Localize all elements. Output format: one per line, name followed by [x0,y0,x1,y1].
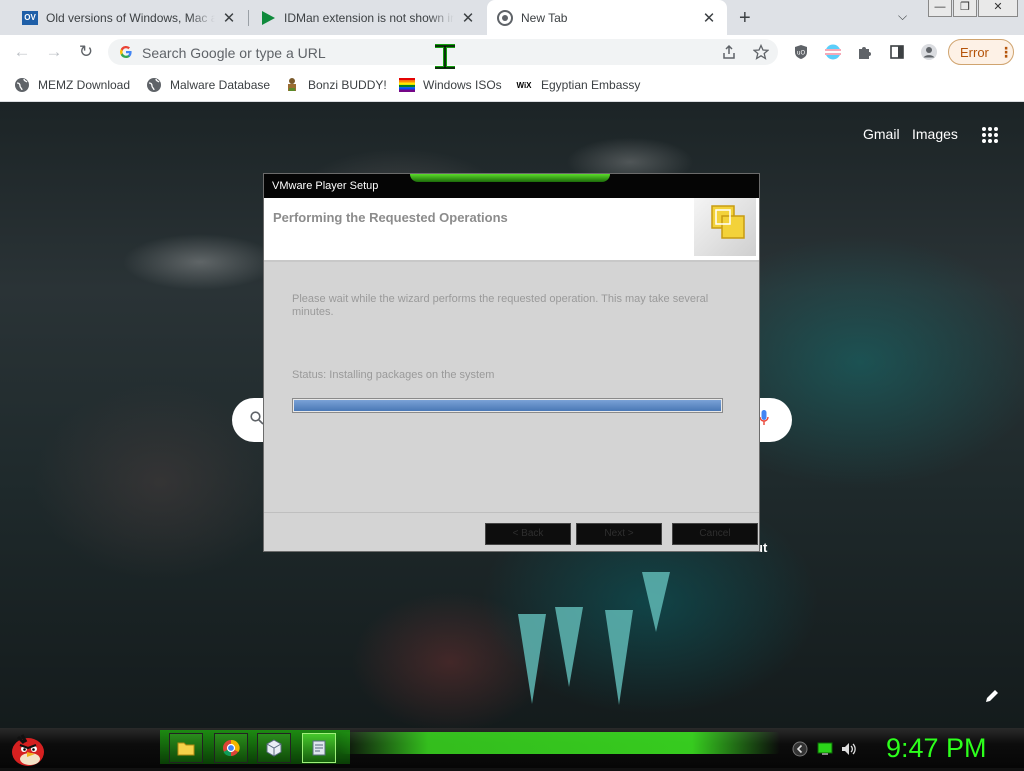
gmail-link[interactable]: Gmail [863,126,900,142]
close-tab-icon[interactable]: ✕ [701,9,717,27]
side-panel-icon[interactable] [889,44,905,60]
bookmark-windows-isos[interactable]: Windows ISOs [399,76,502,94]
play-icon [260,10,276,26]
decor-fang [642,572,670,632]
globe-icon [146,77,162,93]
taskbar-chrome-icon[interactable] [214,733,248,763]
back-button[interactable]: < Back [485,523,571,545]
bookmark-malware-database[interactable]: Malware Database [146,76,270,94]
tray-monitor-icon[interactable] [817,741,833,757]
google-apps-grid-icon[interactable] [982,127,998,143]
install-progress-bar [292,398,723,413]
search-icon [250,411,264,425]
taskbar-setup-icon[interactable] [302,733,336,763]
extensions-puzzle-icon[interactable] [857,44,873,60]
trans-flag-icon[interactable] [825,44,841,60]
tab-search-chevron-icon[interactable]: ⌵ [898,9,907,24]
bookmark-label: Malware Database [170,78,271,92]
bookmark-label: Bonzi BUDDY! [308,78,387,92]
omnibox-placeholder: Search Google or type a URL [142,45,326,61]
new-tab-plus-icon[interactable]: + [739,7,751,30]
tray-chevron-icon[interactable] [792,741,808,757]
tab-title: New Tab [521,10,568,25]
text-cursor-icon [433,44,457,70]
close-tab-icon[interactable]: ✕ [221,9,237,27]
bookmark-label: Egyptian Embassy [541,78,641,92]
taskbar-folder-icon[interactable] [169,733,203,763]
ov-icon: OV [22,10,38,26]
customize-pencil-icon[interactable] [984,688,1000,704]
dialog-header-panel [264,198,759,262]
dialog-message: Please wait while the wizard performs th… [292,293,709,318]
reload-icon[interactable]: ↻ [77,43,95,61]
restore-window-icon[interactable]: ❐ [953,0,977,17]
dialog-title: VMware Player Setup [272,180,379,192]
bookmark-star-icon[interactable] [752,43,770,60]
error-label: Error [960,45,989,60]
bookmark-egyptian-embassy[interactable]: WiX Egyptian Embassy [515,76,640,94]
microphone-icon[interactable] [759,409,769,427]
vmware-logo-icon [694,198,756,256]
start-button-bird-icon[interactable] [8,729,48,768]
decor-fang [555,607,583,687]
tab-new-tab[interactable]: New Tab ✕ [487,0,727,35]
images-link[interactable]: Images [912,126,958,142]
minimize-window-icon[interactable]: — [928,0,952,17]
tab-idman[interactable]: IDMan extension is not shown in Chrome ✕ [250,0,486,35]
decor-fang [605,610,633,705]
chrome-icon [497,9,513,26]
forward-arrow-icon[interactable]: → [45,43,63,61]
dialog-status: Status: Installing packages on the syste… [292,369,495,381]
dialog-heading: Performing the Requested Operations [273,210,508,225]
cancel-button[interactable]: Cancel [672,523,758,545]
tab-old-versions[interactable]: OV Old versions of Windows, Mac and Linu… [12,0,247,35]
close-window-icon[interactable]: ✕ [978,0,1018,17]
bookmark-label: Windows ISOs [423,78,502,92]
profile-avatar-icon[interactable] [921,44,937,60]
tray-volume-icon[interactable] [841,741,857,757]
close-tab-icon[interactable]: ✕ [460,9,476,27]
globe-icon [14,77,30,93]
progress-fill [294,400,721,411]
titlebar-glow [410,174,610,182]
bonzi-icon [284,77,300,93]
next-button[interactable]: Next > [576,523,662,545]
bookmark-bonzi-buddy[interactable]: Bonzi BUDDY! [284,76,387,94]
google-g-icon [119,45,133,59]
tab-divider [248,10,249,26]
svg-text:uO: uO [797,50,806,57]
tab-title: Old versions of Windows, Mac and Linux [46,10,216,25]
taskbar-vmware-box-icon[interactable] [257,733,291,763]
share-icon[interactable] [721,44,737,60]
rainbow-flag-icon [399,77,415,93]
wix-icon: WiX [516,80,532,90]
taskbar-glow-strip [340,732,780,754]
tab-title: IDMan extension is not shown in Chrome [284,10,454,25]
ublock-icon[interactable]: uO [793,44,809,60]
decor-fang [518,614,546,704]
dialog-footer-separator [264,512,759,513]
menu-dots-icon[interactable]: ⋮ [999,44,1013,61]
back-arrow-icon[interactable]: ← [13,43,31,61]
taskbar-clock[interactable]: 9:47 PM [886,733,987,764]
bookmark-memz[interactable]: MEMZ Download [14,76,130,94]
bookmark-label: MEMZ Download [38,78,131,92]
